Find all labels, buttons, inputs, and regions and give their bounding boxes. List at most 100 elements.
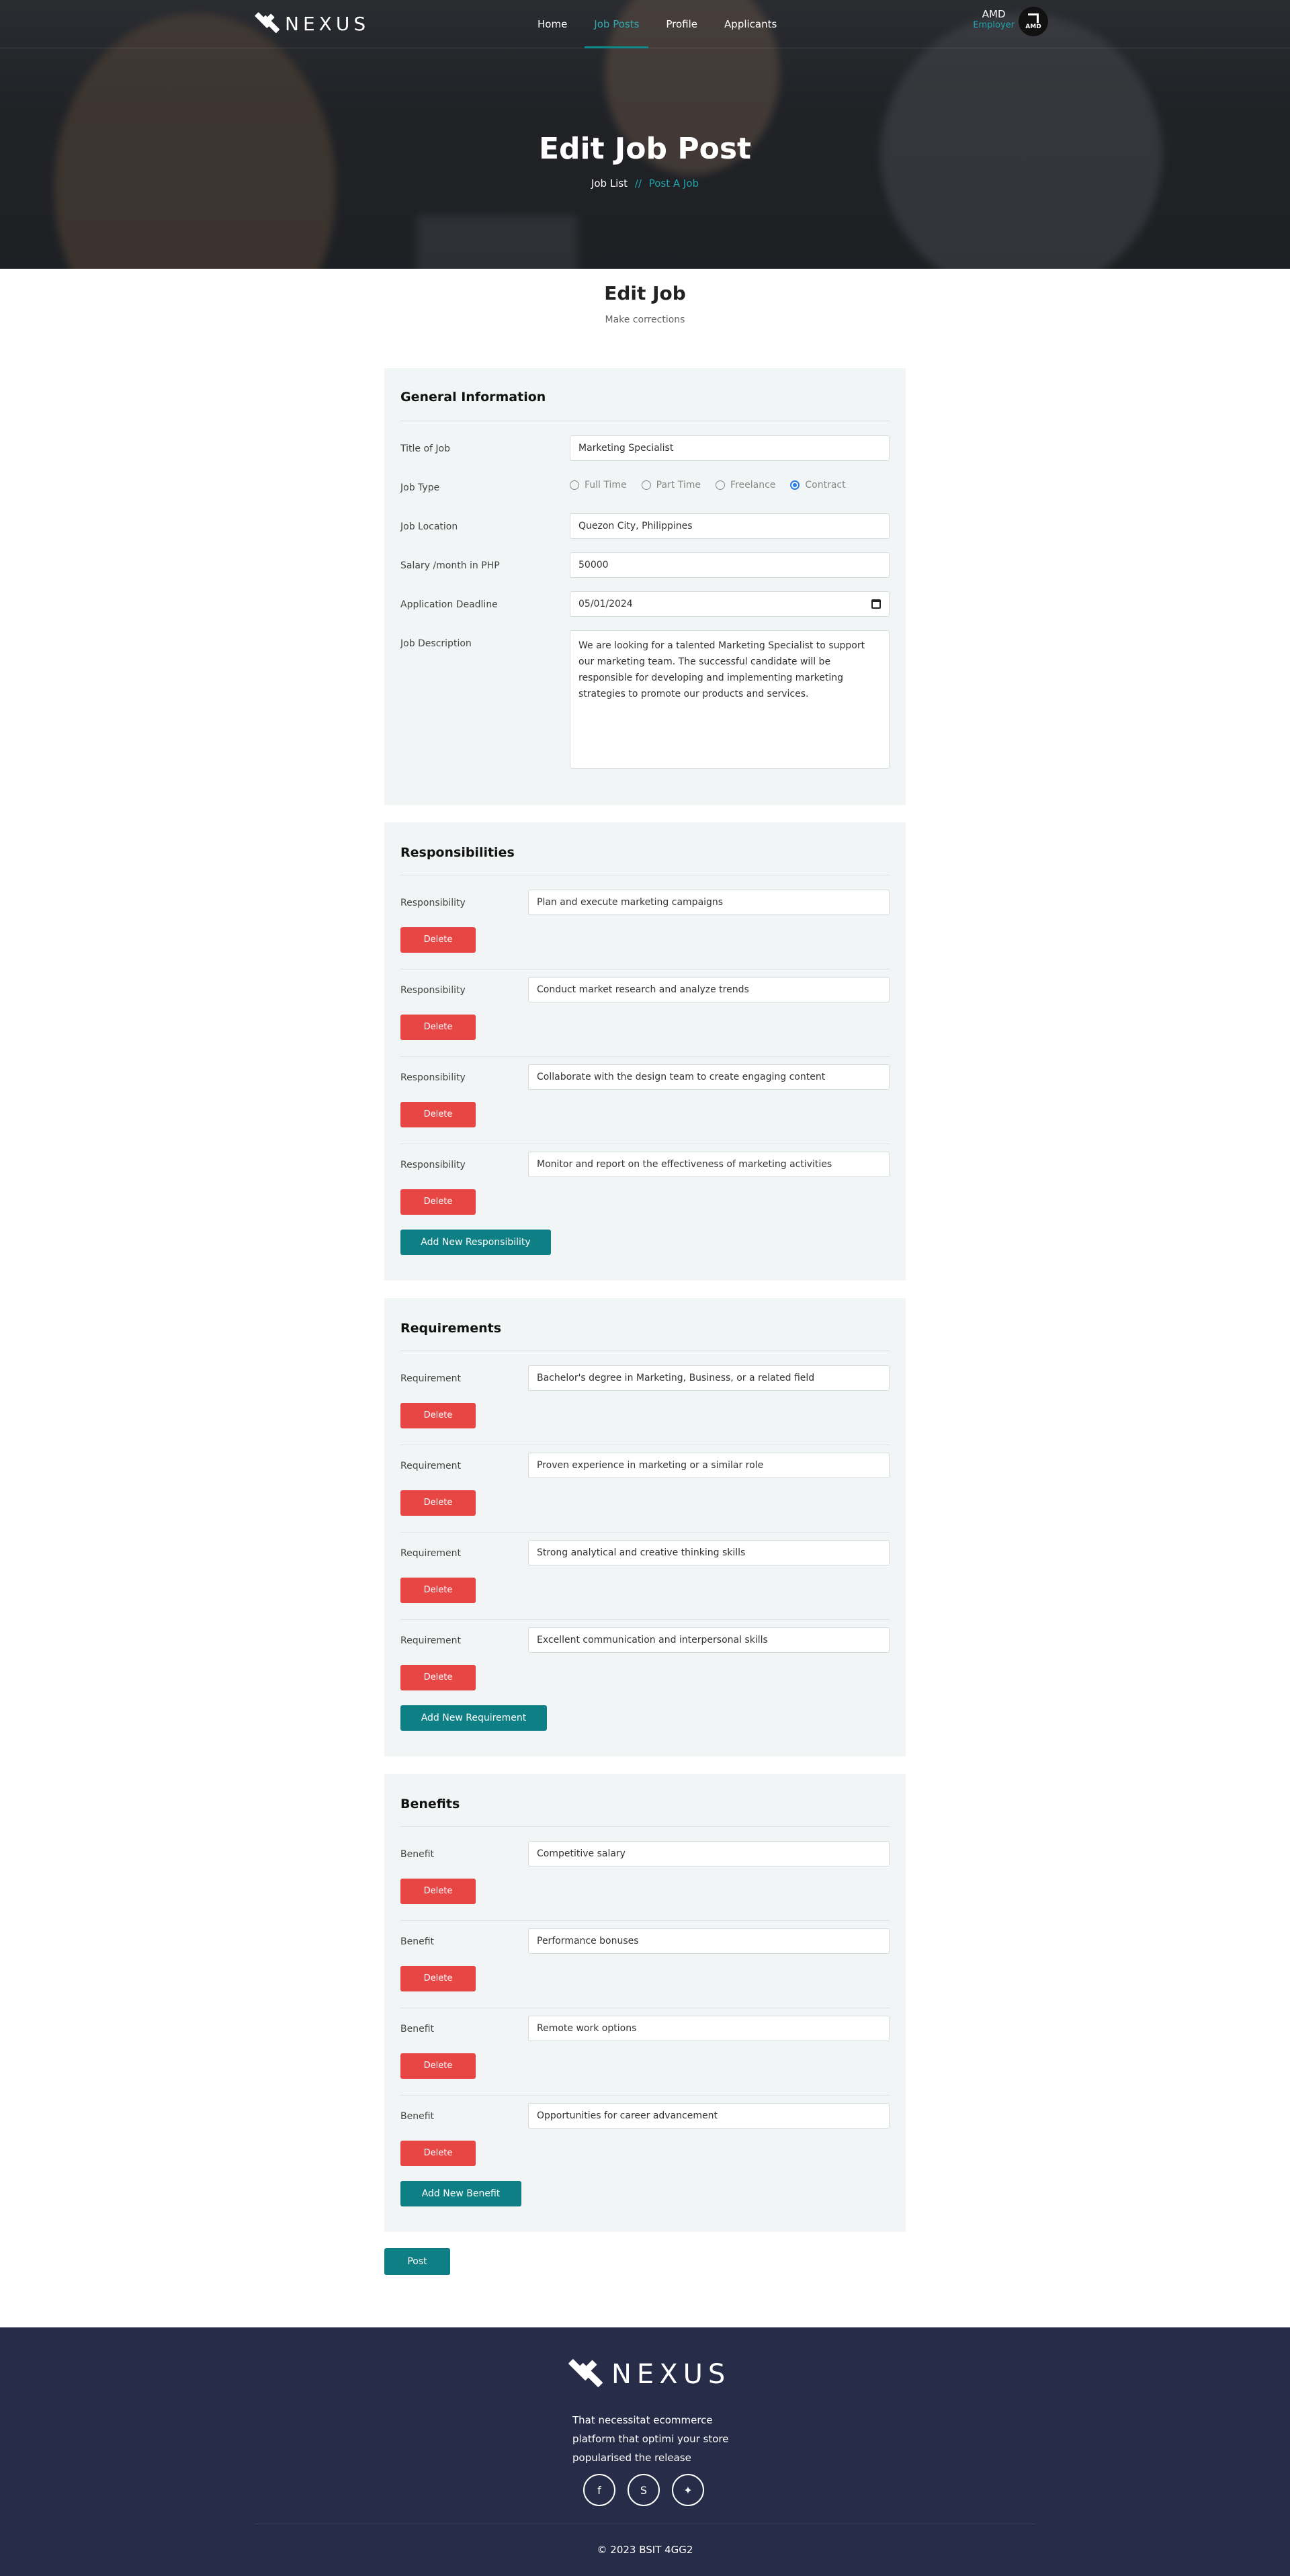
general-information-card: General Information Title of Job Marketi… (384, 368, 906, 805)
requirement-input[interactable]: Bachelor's degree in Marketing, Business… (528, 1365, 890, 1391)
breadcrumb: Job List // Post A Job (0, 177, 1290, 189)
responsibility-input[interactable]: Monitor and report on the effectiveness … (528, 1152, 890, 1177)
calendar-icon[interactable] (871, 599, 881, 609)
responsibility-label: Responsibility (400, 898, 466, 908)
facebook-icon[interactable]: f (583, 2474, 615, 2506)
brand-name: NEXUS (285, 12, 370, 35)
salary-input[interactable]: 50000 (570, 552, 890, 578)
description-label: Job Description (400, 638, 472, 649)
user-info[interactable]: AMD Employer (973, 8, 1015, 30)
nexus-logo-icon (254, 11, 280, 35)
requirement-input[interactable]: Proven experience in marketing or a simi… (528, 1453, 890, 1478)
delete-button[interactable]: Delete (400, 2053, 476, 2079)
general-information-heading: General Information (400, 390, 546, 404)
delete-button[interactable]: Delete (400, 1490, 476, 1516)
job-location-label: Job Location (400, 521, 458, 532)
avatar-label: AMD (1025, 23, 1041, 30)
requirements-heading: Requirements (400, 1321, 502, 1336)
benefit-input[interactable]: Remote work options (528, 2016, 890, 2041)
description-textarea[interactable]: We are looking for a talented Marketing … (570, 630, 890, 769)
requirement-label: Requirement (400, 1548, 462, 1559)
delete-button[interactable]: Delete (400, 2141, 476, 2166)
delete-button[interactable]: Delete (400, 1189, 476, 1215)
radio-circle-icon (641, 480, 651, 490)
user-role: Employer (973, 20, 1015, 30)
delete-button[interactable]: Delete (400, 1966, 476, 1991)
add-responsibility-button[interactable]: Add New Responsibility (400, 1230, 551, 1255)
delete-button[interactable]: Delete (400, 1665, 476, 1690)
benefit-label: Benefit (400, 2024, 435, 2034)
responsibility-label: Responsibility (400, 1160, 466, 1170)
responsibility-label: Responsibility (400, 985, 466, 996)
responsibility-input[interactable]: Collaborate with the design team to crea… (528, 1064, 890, 1090)
main-menu: Home Job Posts Profile Applicants (524, 0, 790, 48)
job-title-input[interactable]: Marketing Specialist (570, 435, 890, 461)
top-nav: NEXUS Home Job Posts Profile Applicants … (0, 0, 1290, 48)
user-name: AMD (982, 8, 1006, 20)
responsibilities-heading: Responsibilities (400, 845, 515, 860)
radio-freelance[interactable]: Freelance (716, 480, 775, 490)
deadline-label: Application Deadline (400, 599, 498, 610)
requirement-label: Requirement (400, 1461, 462, 1471)
footer: NEXUS That necessitat ecommerce platform… (0, 2327, 1290, 2576)
delete-button[interactable]: Delete (400, 927, 476, 953)
benefit-input[interactable]: Performance bonuses (528, 1928, 890, 1954)
radio-checked-icon (790, 480, 800, 490)
salary-label: Salary /month in PHP (400, 560, 500, 571)
nav-home[interactable]: Home (524, 0, 580, 48)
job-location-input[interactable]: Quezon City, Philippines (570, 513, 890, 539)
job-title-label: Title of Job (400, 443, 450, 454)
delete-button[interactable]: Delete (400, 1879, 476, 1904)
add-requirement-button[interactable]: Add New Requirement (400, 1705, 547, 1731)
radio-part-time[interactable]: Part Time (641, 480, 701, 490)
responsibilities-card: Responsibilities Responsibility Plan and… (384, 822, 906, 1281)
nav-job-posts[interactable]: Job Posts (580, 0, 652, 48)
job-type-label: Job Type (400, 482, 440, 493)
responsibility-input[interactable]: Plan and execute marketing campaigns (528, 890, 890, 915)
requirement-label: Requirement (400, 1635, 462, 1646)
radio-contract[interactable]: Contract (790, 480, 846, 490)
amd-logo-icon (1028, 13, 1039, 23)
social-links: f S ✦ (583, 2474, 704, 2506)
radio-full-time[interactable]: Full Time (570, 480, 627, 490)
benefit-input[interactable]: Competitive salary (528, 1841, 890, 1866)
responsibility-input[interactable]: Conduct market research and analyze tren… (528, 977, 890, 1002)
benefits-card: Benefits Benefit Competitive salary Dele… (384, 1774, 906, 2232)
delete-button[interactable]: Delete (400, 1015, 476, 1040)
benefit-label: Benefit (400, 1849, 435, 1860)
footer-description: That necessitat ecommerce platform that … (572, 2414, 729, 2464)
avatar[interactable]: AMD (1019, 7, 1048, 36)
radio-circle-icon (570, 480, 579, 490)
requirement-input[interactable]: Strong analytical and creative thinking … (528, 1540, 890, 1565)
benefit-input[interactable]: Opportunities for career advancement (528, 2103, 890, 2129)
post-button[interactable]: Post (384, 2248, 450, 2275)
delete-button[interactable]: Delete (400, 1403, 476, 1428)
delete-button[interactable]: Delete (400, 1578, 476, 1603)
requirement-label: Requirement (400, 1373, 462, 1384)
breadcrumb-separator: // (634, 177, 642, 189)
requirement-input[interactable]: Excellent communication and interpersona… (528, 1627, 890, 1653)
nav-profile[interactable]: Profile (652, 0, 711, 48)
copyright: © 2023 BSIT 4GG2 (597, 2544, 693, 2556)
hero-banner: NEXUS Home Job Posts Profile Applicants … (0, 0, 1290, 269)
add-benefit-button[interactable]: Add New Benefit (400, 2181, 521, 2206)
breadcrumb-current: Post A Job (648, 177, 699, 189)
nav-applicants[interactable]: Applicants (711, 0, 790, 48)
benefits-heading: Benefits (400, 1797, 460, 1811)
delete-button[interactable]: Delete (400, 1102, 476, 1127)
benefit-label: Benefit (400, 1936, 435, 1947)
job-type-radio-group: Full Time Part Time Freelance Contract (570, 480, 846, 490)
twitter-icon[interactable]: ✦ (672, 2474, 704, 2506)
benefit-label: Benefit (400, 2111, 435, 2122)
section-title: Edit Job (604, 282, 686, 304)
responsibility-label: Responsibility (400, 1072, 466, 1083)
footer-brand-name: NEXUS (611, 2359, 731, 2390)
skype-icon[interactable]: S (628, 2474, 660, 2506)
breadcrumb-job-list[interactable]: Job List (591, 177, 628, 189)
deadline-date-input[interactable]: 05/01/2024 (570, 591, 890, 617)
section-subtitle: Make corrections (605, 314, 685, 325)
nexus-logo-icon (568, 2358, 603, 2391)
brand-logo[interactable]: NEXUS (254, 11, 370, 35)
radio-circle-icon (716, 480, 726, 490)
footer-logo[interactable]: NEXUS (568, 2358, 731, 2391)
